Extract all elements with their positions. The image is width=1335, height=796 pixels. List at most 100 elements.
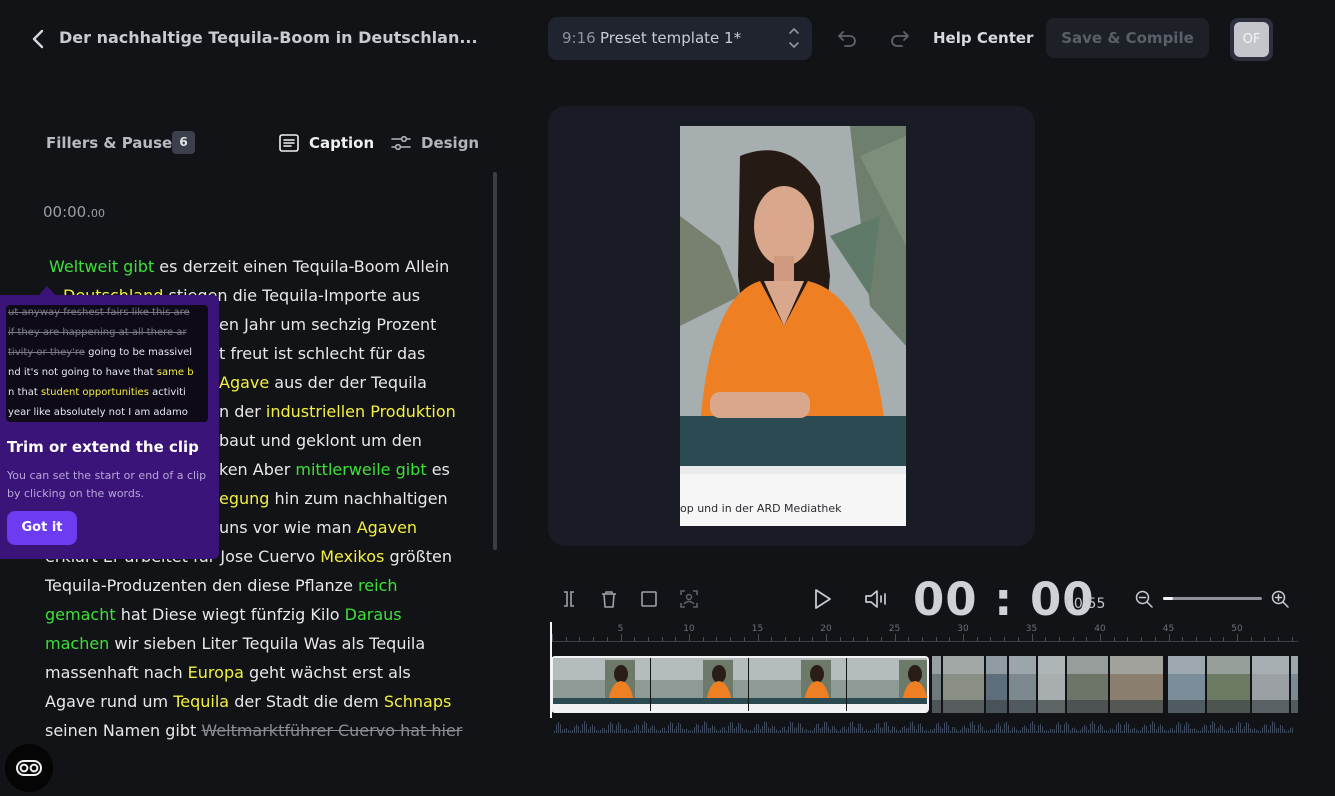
waveform-bar — [984, 730, 985, 733]
tab-caption[interactable]: Caption — [279, 131, 374, 155]
waveform-bar — [1200, 730, 1201, 733]
split-button[interactable] — [558, 588, 580, 610]
delete-button[interactable] — [598, 588, 620, 610]
transcript-word[interactable]: hat Diese wiegt fünfzig Kilo — [116, 605, 345, 624]
got-it-button[interactable]: Got it — [7, 511, 77, 545]
timeline-ruler[interactable]: 5 10 15 20 25 30 35 40 45 50 — [552, 624, 1298, 646]
waveform-bar — [736, 726, 737, 733]
playhead[interactable] — [550, 622, 552, 718]
help-center-link[interactable]: Help Center — [933, 29, 1033, 47]
waveform-bar — [1162, 726, 1163, 733]
transcript-word[interactable]: massenhaft nach — [45, 663, 188, 682]
waveform-bar — [1216, 728, 1217, 733]
preset-template-select[interactable]: 9:16 Preset template 1* — [548, 17, 812, 60]
transcript-word[interactable]: es derzeit einen Tequila-Boom Allein — [154, 257, 449, 276]
project-title[interactable]: Der nachhaltige Tequila-Boom in Deutschl… — [59, 28, 478, 47]
transcript-word[interactable]: Schnaps — [384, 692, 452, 711]
transcript-word[interactable]: ken Aber — [219, 460, 295, 479]
fillers-pauses-toggle[interactable]: Fillers & Pauses — [46, 134, 181, 152]
timestamp-main: 00:00. — [43, 203, 91, 221]
waveform-bar — [908, 727, 909, 733]
transcript-word-removed[interactable]: Weltmarktführer Cuervo hat hier — [201, 721, 462, 740]
transcript-word[interactable]: reich — [358, 576, 397, 595]
remaining-clips[interactable] — [932, 656, 1298, 713]
transcript-word[interactable]: Agaven — [357, 518, 417, 537]
waveform-bar — [572, 730, 573, 733]
transcript-word[interactable]: en Jahr um sechzig Prozent — [219, 315, 436, 334]
transcript-word[interactable]: egung — [219, 489, 269, 508]
transcript-word[interactable]: wir sieben Liter Tequila Was als Tequila — [109, 634, 425, 653]
back-button[interactable] — [26, 26, 52, 52]
transcript-scrollbar[interactable] — [493, 172, 497, 550]
waveform-bar — [812, 730, 813, 733]
waveform-bar — [1028, 729, 1029, 733]
transcript-word[interactable]: n der — [219, 402, 266, 421]
waveform-bar — [744, 729, 745, 733]
transcript-word[interactable]: Tequila — [173, 692, 229, 711]
avatar: OF — [1234, 22, 1269, 57]
waveform-bar — [832, 726, 833, 733]
transcript-word[interactable]: der Stadt die dem — [229, 692, 384, 711]
transcript-word[interactable]: mittlerweile gibt — [295, 460, 426, 479]
waveform-bar — [1164, 729, 1165, 733]
waveform-bar — [978, 724, 979, 733]
transcript-word[interactable]: seinen Namen gibt — [45, 721, 201, 740]
transcript-word[interactable]: t freut ist schlecht für das — [219, 344, 425, 363]
total-duration: 00:55 — [1065, 596, 1106, 612]
save-compile-button[interactable]: Save & Compile — [1046, 18, 1209, 58]
user-avatar-button[interactable]: OF — [1230, 18, 1273, 61]
video-frame[interactable]: op und in der ARD Mediathek — [680, 126, 906, 526]
transcript-word[interactable]: uns vor wie man — [219, 518, 357, 537]
redo-button[interactable] — [888, 27, 912, 51]
transcript-line: egung hin zum nachhaltigen — [219, 484, 448, 513]
waveform-bar — [716, 729, 717, 733]
transcript-line: gemacht hat Diese wiegt fünfzig Kilo Dar… — [45, 600, 402, 629]
waveform-bar — [806, 729, 807, 733]
tab-design[interactable]: Design — [391, 131, 479, 155]
waveform-bar — [668, 725, 669, 733]
speaker-mute-icon — [865, 590, 886, 608]
reframe-button[interactable] — [678, 588, 700, 610]
zoom-out-button[interactable] — [1134, 589, 1154, 609]
play-button[interactable] — [810, 587, 834, 611]
transcript-word[interactable]: Weltweit gibt — [49, 257, 154, 276]
undo-button[interactable] — [835, 27, 859, 51]
waveform-bar — [1246, 722, 1247, 733]
waveform-bar — [802, 727, 803, 733]
transcript-word[interactable]: geht wächst erst als — [244, 663, 411, 682]
closed-captions-button[interactable] — [5, 744, 53, 792]
waveform-bar — [850, 722, 851, 733]
transcript-word[interactable]: Daraus — [345, 605, 402, 624]
waveform-bar — [678, 722, 679, 733]
waveform-bar — [1218, 727, 1219, 733]
mute-button[interactable] — [863, 587, 889, 611]
transcript-word[interactable]: Mexikos — [320, 547, 384, 566]
transcript-word[interactable]: es — [427, 460, 450, 479]
transcript-word[interactable]: hin zum nachhaltigen — [269, 489, 448, 508]
zoom-slider[interactable] — [1163, 597, 1262, 600]
tooltip-preview-image: ut anyway freshest fairs like this are i… — [6, 305, 208, 422]
waveform-bar — [894, 726, 895, 733]
stop-button[interactable] — [638, 588, 660, 610]
transcript-word[interactable]: industriellen Produktion — [266, 402, 456, 421]
waveform-bar — [1284, 729, 1285, 733]
up-down-chevron-icon — [789, 28, 799, 48]
preview-text: if they are happening at all there ar — [8, 327, 187, 338]
transcript-word[interactable]: aus der der Tequila — [269, 373, 427, 392]
transcript-word[interactable]: gemacht — [45, 605, 116, 624]
transcript-word[interactable]: baut und geklont um den — [219, 431, 422, 450]
waveform-bar — [960, 729, 961, 733]
waveform-bar — [1022, 727, 1023, 733]
waveform-bar — [1184, 725, 1185, 733]
zoom-out-icon — [1135, 590, 1153, 608]
waveform-bar — [594, 726, 595, 733]
zoom-in-button[interactable] — [1270, 589, 1290, 609]
transcript-word[interactable]: Tequila-Produzenten den diese Pflanze — [45, 576, 358, 595]
selected-clip[interactable] — [551, 656, 929, 713]
transcript-word[interactable]: Agave rund um — [45, 692, 173, 711]
transcript-word[interactable]: machen — [45, 634, 109, 653]
clip-thumbnail — [943, 656, 984, 713]
transcript-word[interactable]: größten — [384, 547, 452, 566]
transcript-word[interactable]: Agave — [219, 373, 269, 392]
transcript-word[interactable]: Europa — [188, 663, 244, 682]
